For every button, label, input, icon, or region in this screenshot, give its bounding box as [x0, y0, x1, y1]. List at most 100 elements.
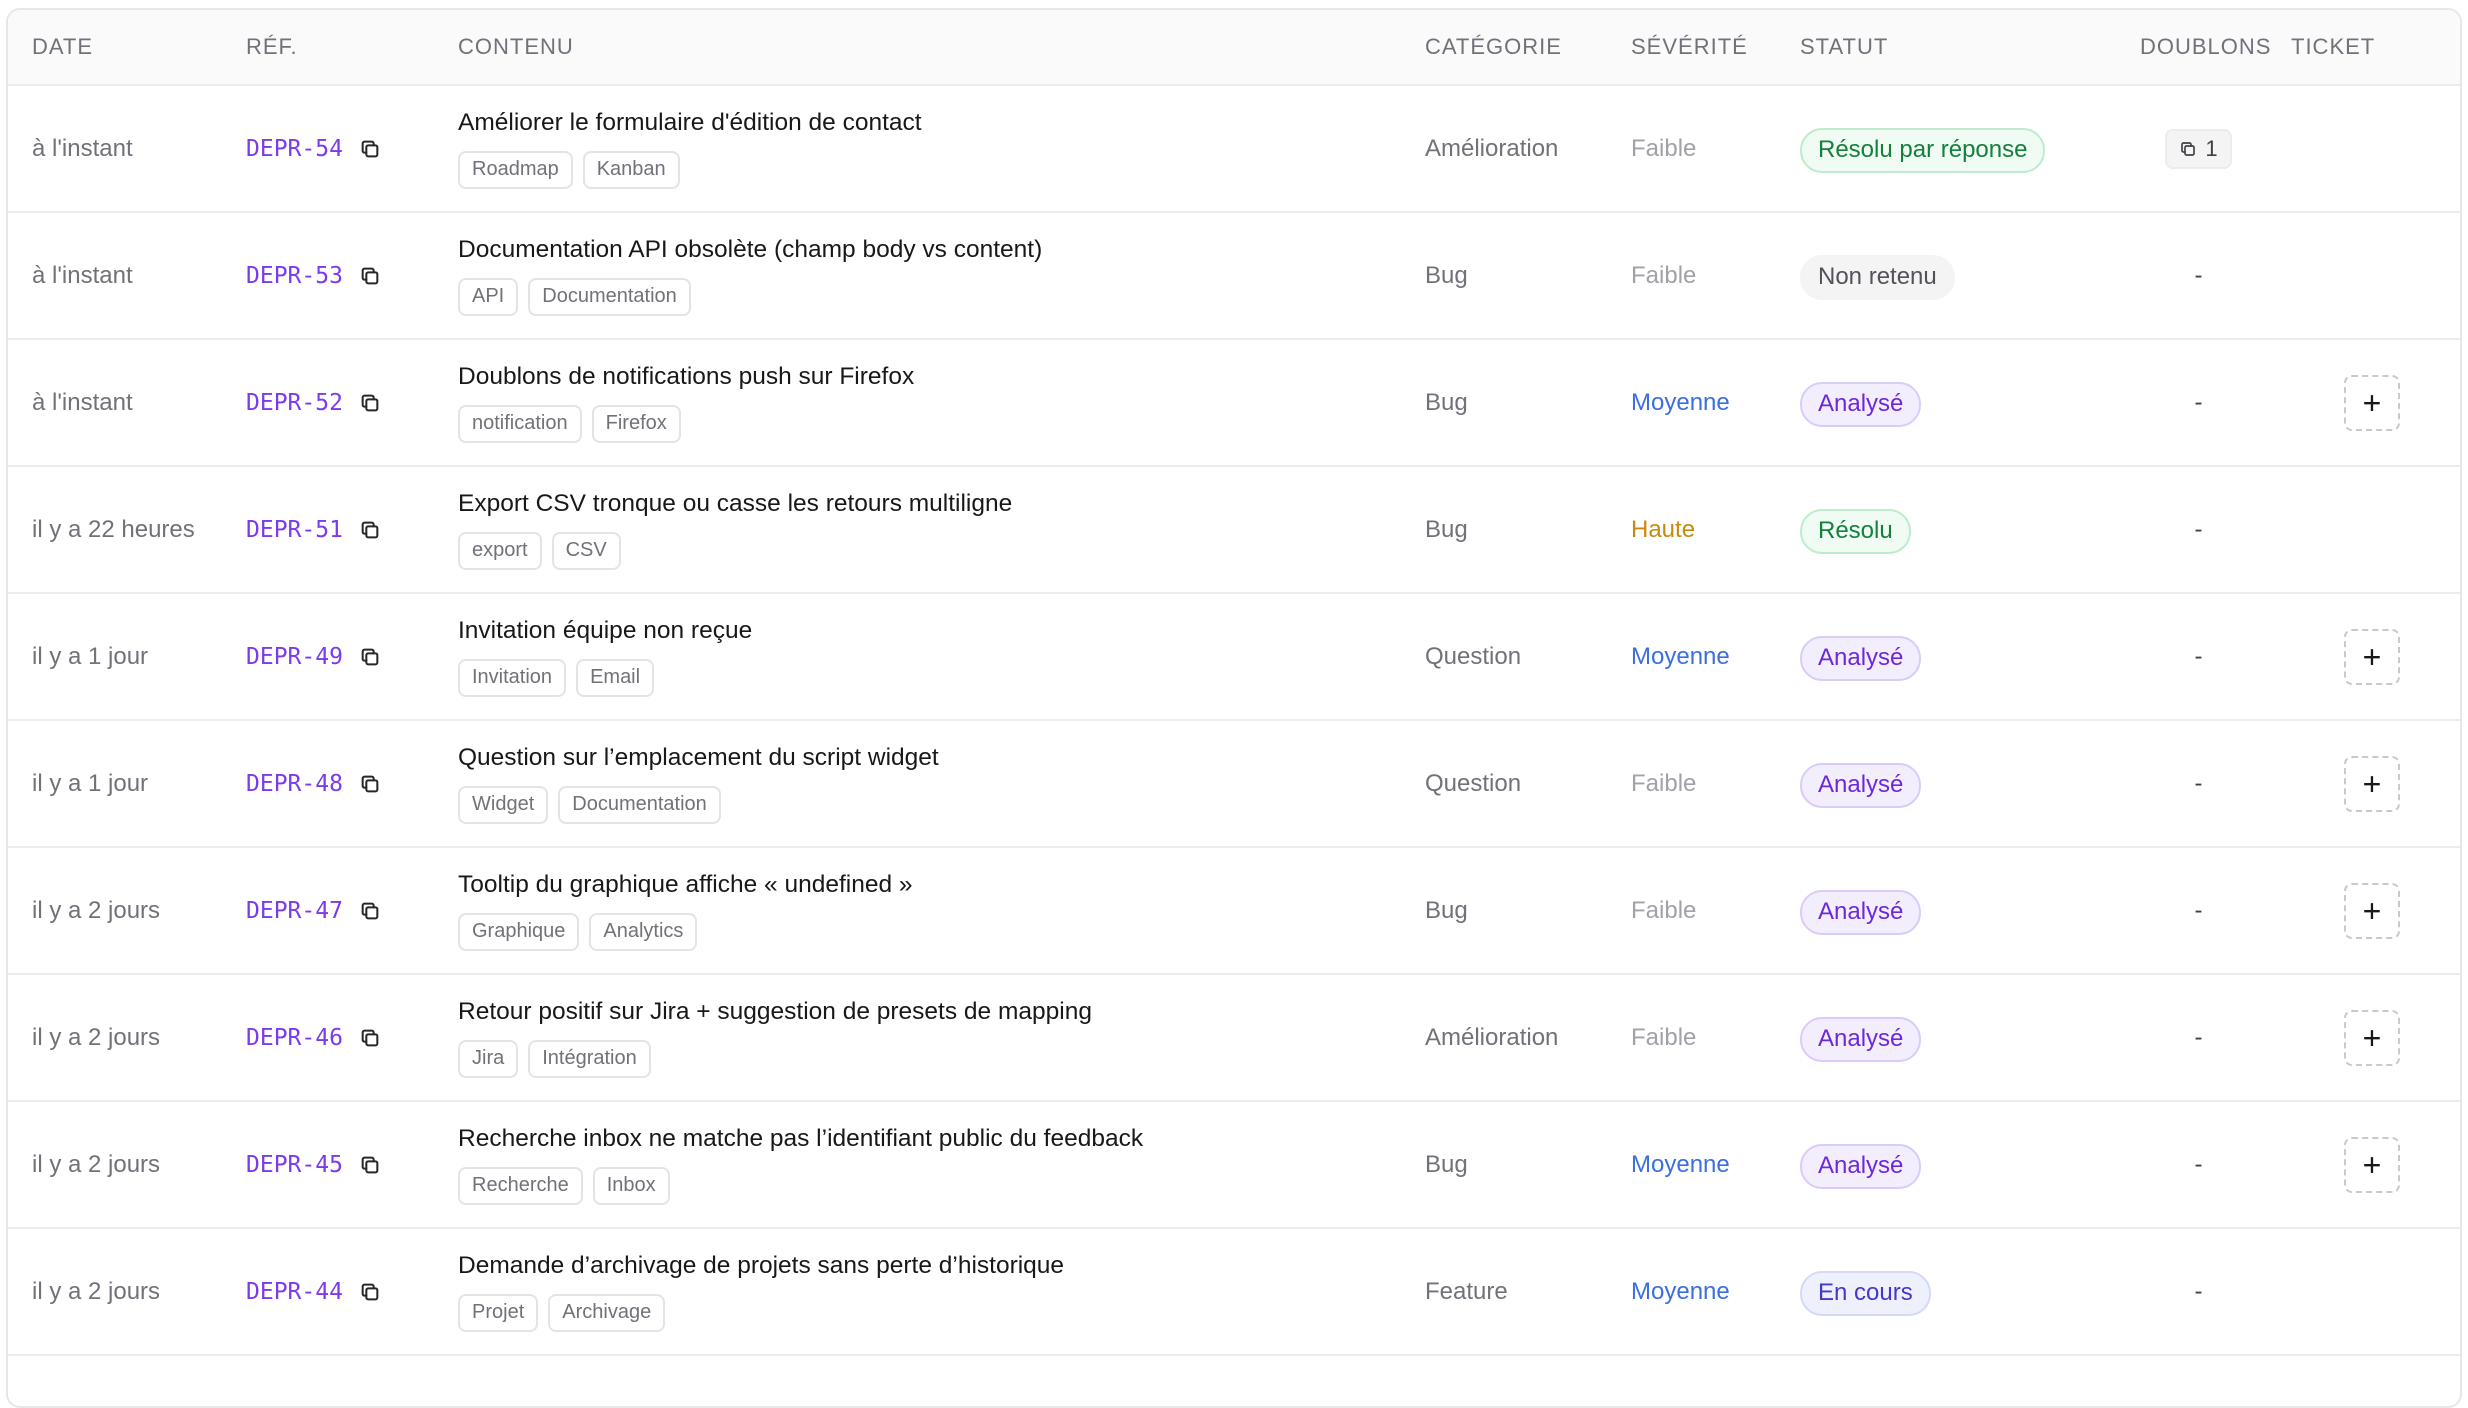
column-header-severity[interactable]: SÉVÉRITÉ — [1631, 10, 1800, 84]
create-ticket-button[interactable]: + — [2344, 882, 2400, 939]
status-badge[interactable]: Analysé — [1800, 762, 1922, 808]
table-row[interactable]: il y a 2 jours DEPR-46 Retour positif su… — [8, 975, 2460, 1102]
tag-chip[interactable]: Recherche — [458, 1166, 583, 1205]
category-cell: Bug — [1425, 467, 1631, 592]
status-badge[interactable]: En cours — [1800, 1270, 1931, 1316]
column-header-category[interactable]: CATÉGORIE — [1425, 10, 1631, 84]
create-ticket-button[interactable]: + — [2344, 374, 2400, 431]
status-badge[interactable]: Analysé — [1800, 1016, 1922, 1062]
tag-chip[interactable]: notification — [458, 404, 582, 443]
table-row[interactable]: il y a 2 jours DEPR-47 Tooltip du graphi… — [8, 848, 2460, 975]
status-badge[interactable]: Résolu — [1800, 508, 1911, 554]
status-badge[interactable]: Analysé — [1800, 889, 1922, 935]
category-cell: Amélioration — [1425, 975, 1631, 1100]
feedback-title[interactable]: Recherche inbox ne matche pas l’identifi… — [458, 1125, 1143, 1153]
feedback-title[interactable]: Tooltip du graphique affiche « undefined… — [458, 871, 913, 899]
tag-chip[interactable]: Widget — [458, 785, 549, 824]
table-row[interactable]: il y a 22 heures DEPR-51 Export CSV tron… — [8, 467, 2460, 594]
ref-link[interactable]: DEPR-49 — [246, 644, 343, 670]
status-badge[interactable]: Non retenu — [1800, 254, 1955, 300]
feedback-title[interactable]: Documentation API obsolète (champ body v… — [458, 236, 1042, 264]
status-badge[interactable]: Analysé — [1800, 635, 1922, 681]
feedback-title[interactable]: Doublons de notifications push sur Firef… — [458, 363, 914, 391]
tag-chip[interactable]: Intégration — [528, 1039, 651, 1078]
table-row[interactable]: il y a 2 jours DEPR-45 Recherche inbox n… — [8, 1102, 2460, 1229]
copy-icon[interactable] — [355, 515, 385, 545]
ref-link[interactable]: DEPR-53 — [246, 263, 343, 289]
ref-link[interactable]: DEPR-51 — [246, 517, 343, 543]
date-text: à l'instant — [32, 134, 133, 162]
copy-icon[interactable] — [355, 769, 385, 799]
tag-chip[interactable]: Invitation — [458, 658, 567, 697]
column-header-ref[interactable]: RÉF. — [246, 10, 458, 84]
copy-icon[interactable] — [355, 1150, 385, 1180]
column-header-status[interactable]: STATUT — [1800, 10, 2110, 84]
tag-chip[interactable]: Documentation — [528, 277, 691, 316]
feedback-title[interactable]: Retour positif sur Jira + suggestion de … — [458, 998, 1092, 1026]
column-header-content[interactable]: CONTENU — [458, 10, 1425, 84]
tag-chip[interactable]: Kanban — [582, 150, 680, 189]
copy-icon[interactable] — [355, 388, 385, 418]
copy-icon[interactable] — [355, 261, 385, 291]
column-header-ticket[interactable]: TICKET — [2287, 10, 2457, 84]
category-cell: Bug — [1425, 213, 1631, 338]
tag-chip[interactable]: Jira — [458, 1039, 519, 1078]
create-ticket-button[interactable]: + — [2344, 755, 2400, 812]
tag-chip[interactable]: export — [458, 531, 542, 570]
create-ticket-button[interactable]: + — [2344, 628, 2400, 685]
ref-link[interactable]: DEPR-47 — [246, 898, 343, 924]
copy-icon[interactable] — [355, 1023, 385, 1053]
ref-link[interactable]: DEPR-44 — [246, 1279, 343, 1305]
tag-chip[interactable]: Projet — [458, 1293, 539, 1332]
status-badge[interactable]: Analysé — [1800, 381, 1922, 427]
ref-link[interactable]: DEPR-54 — [246, 136, 343, 162]
tag-chip[interactable]: CSV — [551, 531, 621, 570]
tag-chip[interactable]: Analytics — [589, 912, 698, 951]
ref-link[interactable]: DEPR-46 — [246, 1025, 343, 1051]
copy-icon[interactable] — [355, 1277, 385, 1307]
duplicates-cell: - — [2110, 721, 2287, 846]
tag-chip[interactable]: Documentation — [558, 785, 721, 824]
tag-chip[interactable]: Firefox — [591, 404, 681, 443]
duplicates-cell: - — [2110, 594, 2287, 719]
ticket-cell: + — [2287, 340, 2457, 465]
feedback-title[interactable]: Invitation équipe non reçue — [458, 617, 752, 645]
ref-cell: DEPR-47 — [246, 848, 458, 973]
ticket-cell: + — [2287, 848, 2457, 973]
tag-chip[interactable]: API — [458, 277, 519, 316]
severity-cell: Faible — [1631, 86, 1800, 211]
table-row[interactable]: à l'instant DEPR-54 Améliorer le formula… — [8, 86, 2460, 213]
tag-chip[interactable]: Inbox — [592, 1166, 670, 1205]
status-badge[interactable]: Résolu par réponse — [1800, 127, 2046, 173]
duplicates-chip[interactable]: 1 — [2165, 128, 2232, 169]
ref-link[interactable]: DEPR-48 — [246, 771, 343, 797]
tag-chip[interactable]: Email — [576, 658, 655, 697]
copy-icon[interactable] — [355, 642, 385, 672]
status-badge[interactable]: Analysé — [1800, 1143, 1922, 1189]
feedback-title[interactable]: Export CSV tronque ou casse les retours … — [458, 490, 1012, 518]
ref-link[interactable]: DEPR-45 — [246, 1152, 343, 1178]
column-header-duplicates[interactable]: DOUBLONS — [2110, 10, 2287, 84]
plus-icon: + — [2362, 638, 2382, 675]
create-ticket-button[interactable]: + — [2344, 1009, 2400, 1066]
table-row[interactable]: à l'instant DEPR-53 Documentation API ob… — [8, 213, 2460, 340]
tag-chip[interactable]: Archivage — [548, 1293, 666, 1332]
table-row[interactable]: à l'instant DEPR-52 Doublons de notifica… — [8, 340, 2460, 467]
feedback-title[interactable]: Améliorer le formulaire d'édition de con… — [458, 109, 922, 137]
tag-chip[interactable]: Roadmap — [458, 150, 573, 189]
feedback-title[interactable]: Demande d’archivage de projets sans pert… — [458, 1252, 1064, 1280]
create-ticket-button[interactable]: + — [2344, 1136, 2400, 1193]
table-row[interactable]: il y a 1 jour DEPR-49 Invitation équipe … — [8, 594, 2460, 721]
tag-list: Projet Archivage — [458, 1293, 1064, 1332]
tag-chip[interactable]: Graphique — [458, 912, 580, 951]
content-cell: Doublons de notifications push sur Firef… — [458, 340, 1425, 465]
copy-icon[interactable] — [355, 896, 385, 926]
plus-icon: + — [2362, 1146, 2382, 1183]
ref-link[interactable]: DEPR-52 — [246, 390, 343, 416]
category-text: Bug — [1425, 515, 1468, 543]
column-header-date[interactable]: DATE — [8, 10, 246, 84]
copy-icon[interactable] — [355, 134, 385, 164]
table-row[interactable]: il y a 2 jours DEPR-44 Demande d’archiva… — [8, 1229, 2460, 1356]
feedback-title[interactable]: Question sur l’emplacement du script wid… — [458, 744, 939, 772]
table-row[interactable]: il y a 1 jour DEPR-48 Question sur l’emp… — [8, 721, 2460, 848]
